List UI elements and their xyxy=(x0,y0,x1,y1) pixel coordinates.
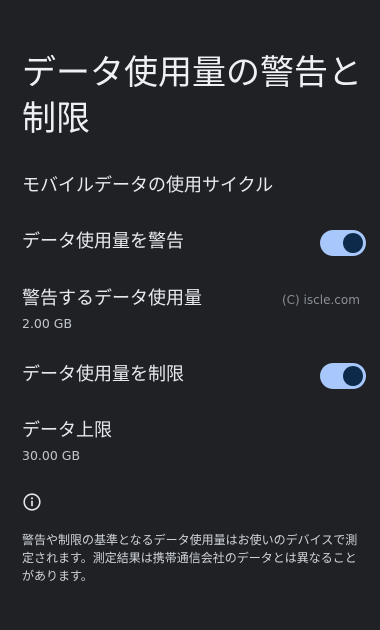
watermark: (C) iscle.com xyxy=(282,293,360,307)
data-cap-value: 30.00 GB xyxy=(22,448,81,463)
usage-cycle-label: モバイルデータの使用サイクル xyxy=(22,175,274,196)
data-cap-item[interactable]: データ上限 30.00 GB xyxy=(22,419,366,465)
data-warning-label: データ使用量を警告 xyxy=(22,231,184,252)
data-cap-label: データ上限 xyxy=(22,420,112,441)
data-limit-toggle[interactable] xyxy=(320,363,366,389)
usage-cycle-item[interactable]: モバイルデータの使用サイクル xyxy=(22,174,366,198)
toggle-knob xyxy=(343,366,363,386)
data-limit-item[interactable]: データ使用量を制限 xyxy=(22,363,366,389)
warning-amount-value: 2.00 GB xyxy=(22,316,73,331)
data-limit-label: データ使用量を制限 xyxy=(22,364,184,385)
data-warning-item[interactable]: データ使用量を警告 xyxy=(22,230,366,256)
page-title: データ使用量の警告と制限 xyxy=(22,53,362,139)
info-icon xyxy=(23,493,41,511)
toggle-knob xyxy=(343,233,363,253)
data-warning-toggle[interactable] xyxy=(320,230,366,256)
footer-note: 警告や制限の基準となるデータ使用量はお使いのデバイスで測定されます。測定結果は携… xyxy=(22,533,358,583)
